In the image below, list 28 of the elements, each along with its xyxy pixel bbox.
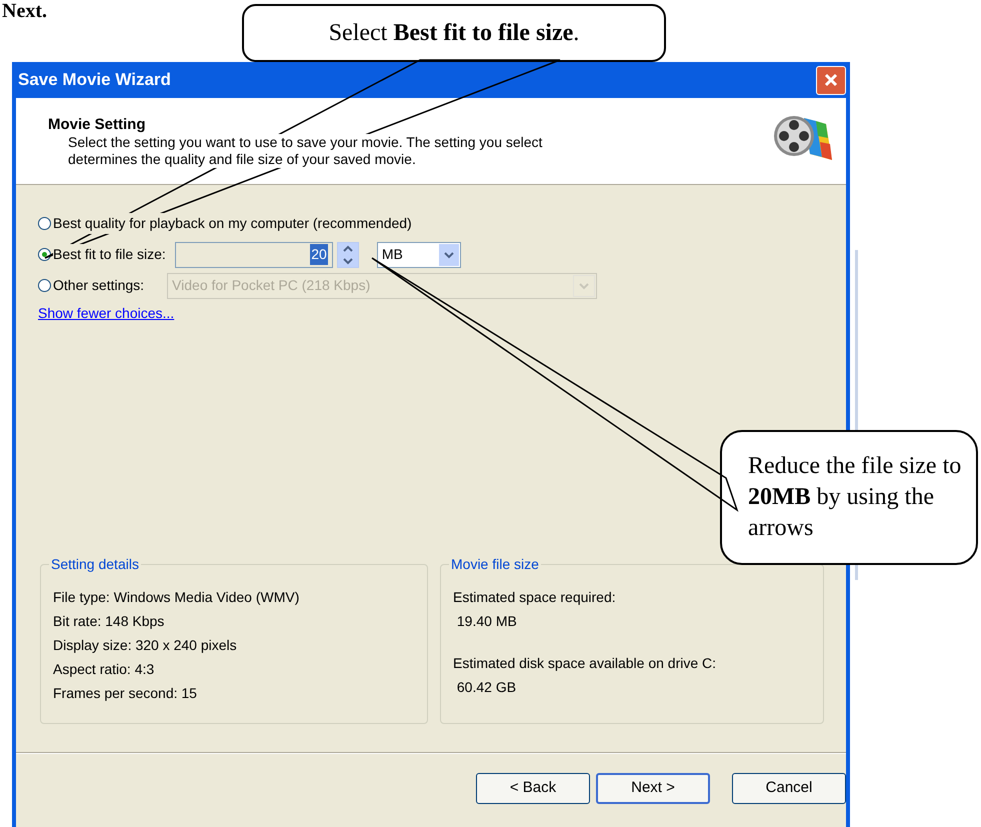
detail-text: Estimated disk space available on drive C: (453, 654, 718, 673)
spin-buttons[interactable] (336, 242, 359, 268)
callout-text: Select Best fit to file size. (328, 19, 580, 48)
window-title: Save Movie Wizard (18, 69, 171, 92)
detail-value: 19.40 MB (456, 612, 518, 631)
unit-dropdown[interactable]: MB (376, 242, 461, 268)
detail-text: Aspect ratio: 4:3 (53, 660, 156, 679)
header-title: Movie Setting (48, 116, 147, 133)
header-description: Select the setting you want to use to save your movie. The setting you select (68, 134, 542, 151)
detail-text: Display size: 320 x 240 pixels (53, 636, 238, 655)
wizard-button[interactable]: < Back (476, 773, 590, 804)
size-field[interactable]: 20 (174, 242, 333, 268)
header-description: determines the quality and file size of your saved movie. (68, 151, 416, 168)
option-label[interactable]: Best quality for playback on my computer (recommended) (53, 213, 412, 234)
radio-button[interactable] (38, 217, 51, 230)
wizard-button[interactable]: Next > (596, 773, 710, 804)
detail-text: Bit rate: 148 Kbps (53, 612, 166, 631)
detail-text: Frames per second: 15 (53, 684, 198, 703)
show-fewer-link[interactable]: Show fewer choices... (38, 303, 174, 324)
close-button[interactable] (816, 66, 846, 94)
callout-text: Reduce the file size to 20MB by using the arrows (748, 452, 962, 543)
radio-button[interactable] (38, 248, 51, 261)
detail-text: Estimated space required: (453, 588, 617, 607)
close-icon (824, 73, 838, 87)
wizard-button[interactable]: Cancel (732, 773, 846, 804)
detail-value: 60.42 GB (456, 678, 518, 697)
page-heading: Next. (2, 0, 47, 22)
detail-text: File type: Windows Media Video (WMV) (53, 588, 300, 607)
